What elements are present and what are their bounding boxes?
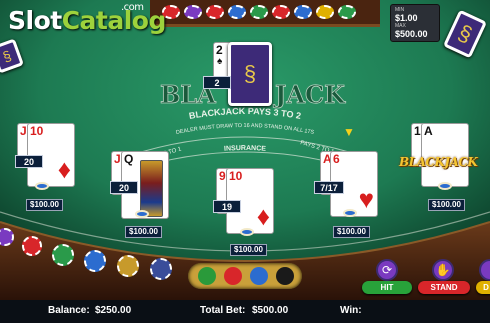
total-bet-value: $500.00 [252,305,289,316]
hand3-bet-chip [240,228,254,236]
rack-chip [294,5,312,19]
hit-icon[interactable]: ⟳ [376,259,398,281]
chip-rack [158,2,372,22]
hand4-total: 7/17 [314,181,344,194]
tray-button-red[interactable] [224,267,242,285]
tray-button-green[interactable] [198,267,216,285]
hit-button[interactable]: HIT [362,281,412,294]
slotcatalog-logo: SlotCatalog .com [8,2,166,35]
hand1-bet-chip [35,182,49,190]
insurance-text: INSURANCE [224,145,267,153]
queen-art [140,160,163,217]
blackjack-badge: BLACKJACK [399,155,478,169]
hand5-bet: $100.00 [428,199,465,211]
hand3-total: 19 [213,200,241,213]
dragon-icon: § [454,19,477,48]
hand4-bet-chip [343,209,357,217]
dealer-total: 2 [203,76,231,89]
chip-option[interactable] [150,258,172,280]
chip-option[interactable] [0,228,14,246]
rack-chip [250,5,268,19]
dragon-icon: § [243,61,257,86]
chip-option[interactable] [84,250,106,272]
table-limits: MIN $1.00 MAX $500.00 [390,4,440,42]
rack-chip [272,5,290,19]
status-bar: Balance: $250.00 Total Bet: $500.00 Win: [0,300,490,323]
stand-hand-icon[interactable]: ✋ [432,259,454,281]
chip-selector [0,228,180,282]
rack-chip [338,5,356,19]
tray-button-blue[interactable] [250,267,268,285]
hand1-bet: $100.00 [26,199,63,211]
stand-button[interactable]: STAND [418,281,470,294]
hand2-total: 20 [110,181,138,194]
hand5-bet-chip [438,182,452,190]
tray-button-black[interactable] [276,267,294,285]
hand3-bet: $100.00 [230,244,267,256]
double-button[interactable]: D [476,281,490,294]
dragon-icon: § [0,47,14,65]
chip-option[interactable] [52,244,74,266]
rack-chip [228,5,246,19]
rack-chip [316,5,334,19]
hand4-bet: $100.00 [333,226,370,238]
chip-option[interactable] [117,255,139,277]
rack-chip [206,5,224,19]
active-hand-arrow-icon: ▼ [343,125,355,139]
dealer-hole-card: § [228,42,272,106]
balance-value: $250.00 [95,305,132,316]
total-bet-label: Total Bet: [200,305,246,316]
table-title-right: JACK [273,80,346,109]
bet-tray [188,263,302,289]
win-label: Win: [340,305,362,316]
hand2-bet-chip [135,210,149,218]
balance-label: Balance: [48,305,90,316]
hand1-total: 20 [15,155,43,168]
blackjack-table: BLACKJACK PAYS 3 TO 2 DEALER MUST DRAW T… [0,0,490,323]
chip-option[interactable] [22,236,42,256]
rack-chip [162,5,180,19]
rack-chip [184,5,202,19]
